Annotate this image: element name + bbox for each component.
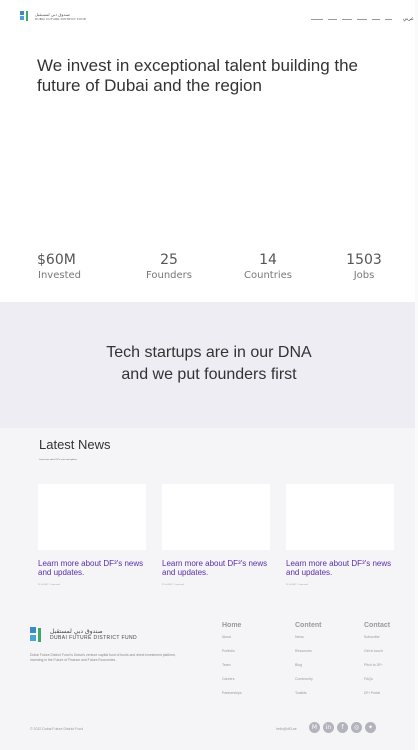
- footer-link[interactable]: Get in touch: [364, 649, 390, 653]
- stat-countries: 14 Countries: [238, 252, 298, 281]
- news-card[interactable]: Learn more about DF³'s news and updates.…: [286, 484, 394, 586]
- footer-column-title[interactable]: Home: [222, 622, 242, 629]
- stat-founders: 25 Founders: [139, 252, 199, 281]
- site-header: صندوق دبي لمستقبل DUBAI FUTURE DISTRICT …: [0, 0, 418, 30]
- tagline-line-1: Tech startups are in our DNA: [106, 344, 312, 361]
- footer-link[interactable]: Team: [222, 663, 242, 667]
- footer-link[interactable]: DF³ Portal: [364, 691, 390, 695]
- nav-item-1[interactable]: [311, 19, 323, 20]
- instagram-icon[interactable]: ◎: [351, 722, 362, 733]
- language-switch[interactable]: عربي: [403, 16, 414, 22]
- footer-column-content: Content News Resources Blog Community To…: [295, 622, 321, 705]
- footer-link[interactable]: Blog: [295, 663, 321, 667]
- stat-invested: $60M Invested: [37, 252, 97, 281]
- twitter-icon[interactable]: ✦: [365, 722, 376, 733]
- news-card-meta: 22 Jul 2022 · 2 min read: [38, 584, 60, 586]
- news-card-title[interactable]: Learn more about DF³'s news and updates.: [38, 559, 146, 577]
- footer-link[interactable]: Partnerships: [222, 691, 242, 695]
- footer-link[interactable]: Community: [295, 677, 321, 681]
- linkedin-icon[interactable]: in: [323, 722, 334, 733]
- nav-item-6[interactable]: [385, 19, 392, 20]
- logo[interactable]: صندوق دبي لمستقبل DUBAI FUTURE DISTRICT …: [20, 11, 86, 22]
- footer-column-title[interactable]: Contact: [364, 622, 390, 629]
- contact-email[interactable]: hello@df3.ae: [276, 727, 297, 731]
- copyright-text: © 2022 Dubai Future District Fund: [30, 727, 84, 731]
- footer-logo[interactable]: صندوق دبي لمستقبل DUBAI FUTURE DISTRICT …: [30, 627, 137, 642]
- footer-link[interactable]: Toolkits: [295, 691, 321, 695]
- footer-link[interactable]: Careers: [222, 677, 242, 681]
- footer-link[interactable]: Pitch to DF³: [364, 663, 390, 667]
- news-card-image[interactable]: [286, 484, 394, 550]
- nav-item-5[interactable]: [372, 19, 380, 20]
- news-card-title[interactable]: Learn more about DF³'s news and updates.: [286, 559, 394, 577]
- news-card-meta: 22 Jul 2022 · 2 min read: [162, 584, 184, 586]
- nav-item-4[interactable]: [357, 19, 367, 20]
- nav-item-2[interactable]: [328, 19, 337, 20]
- medium-icon[interactable]: M: [309, 722, 320, 733]
- main-nav: [311, 19, 392, 20]
- news-subtitle: Learn more about DF³'s news and updates: [39, 459, 77, 461]
- social-links: M in f ◎ ✦: [309, 722, 376, 733]
- news-card[interactable]: Learn more about DF³'s news and updates.…: [162, 484, 270, 586]
- hero-title: We invest in exceptional talent building…: [37, 56, 358, 95]
- stat-label: Founders: [145, 270, 192, 281]
- news-card-meta: 22 Jul 2022 · 2 min read: [286, 584, 308, 586]
- stat-value: 1503: [346, 252, 382, 268]
- logo-english-text: DUBAI FUTURE DISTRICT FUND: [35, 16, 87, 21]
- footer-link[interactable]: Resources: [295, 649, 321, 653]
- stat-value: 14: [259, 252, 277, 268]
- footer-logo-mark-icon: [30, 627, 44, 642]
- tagline: Tech startups are in our DNA and we put …: [0, 342, 418, 386]
- stat-label: Jobs: [353, 270, 375, 281]
- footer-column-contact: Contact Subscribe Get in touch Pitch to …: [364, 622, 390, 705]
- logo-arabic-text: صندوق دبي لمستقبل: [35, 11, 71, 17]
- footer-link[interactable]: FAQs: [364, 677, 390, 681]
- footer-link[interactable]: Subscribe: [364, 635, 390, 639]
- stat-jobs: 1503 Jobs: [334, 252, 394, 281]
- footer-link[interactable]: About: [222, 635, 242, 639]
- logo-mark-icon: [20, 11, 30, 22]
- stat-label: Countries: [244, 270, 292, 281]
- hero-section: We invest in exceptional talent building…: [0, 30, 418, 302]
- footer-description: Dubai Future District Fund is Dubai's ve…: [30, 653, 176, 662]
- footer-column-title[interactable]: Content: [295, 622, 321, 629]
- footer-logo-arabic-text: صندوق دبي لمستقبل: [50, 627, 103, 635]
- tagline-line-2: and we put founders first: [121, 366, 297, 383]
- latest-news-section: Latest News Learn more about DF³'s news …: [0, 428, 418, 604]
- news-card-image[interactable]: [38, 484, 146, 550]
- news-title: Latest News: [39, 437, 111, 452]
- footer-column-home: Home About Portfolio Team Careers Partne…: [222, 622, 242, 705]
- footer-logo-english-text: DUBAI FUTURE DISTRICT FUND: [50, 634, 137, 641]
- facebook-icon[interactable]: f: [337, 722, 348, 733]
- nav-item-3[interactable]: [342, 19, 352, 20]
- site-footer: صندوق دبي لمستقبل DUBAI FUTURE DISTRICT …: [0, 604, 418, 750]
- stat-value: 25: [160, 252, 178, 268]
- tagline-section: Tech startups are in our DNA and we put …: [0, 302, 418, 428]
- news-card[interactable]: Learn more about DF³'s news and updates.…: [38, 484, 146, 586]
- stat-label: Invested: [38, 270, 81, 281]
- footer-link[interactable]: Portfolio: [222, 649, 242, 653]
- footer-link[interactable]: News: [295, 635, 321, 639]
- stat-value: $60M: [37, 252, 76, 268]
- news-card-image[interactable]: [162, 484, 270, 550]
- news-card-title[interactable]: Learn more about DF³'s news and updates.: [162, 559, 270, 577]
